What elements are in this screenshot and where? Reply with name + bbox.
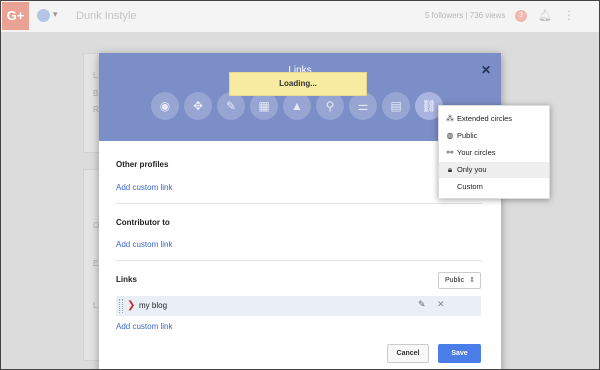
people-icon[interactable]: ✥ [184, 92, 212, 120]
education-icon[interactable]: ▲ [283, 92, 311, 120]
profile-stats: 5 followers | 736 views [425, 11, 506, 20]
blog-favicon-icon: ❯ [127, 300, 136, 311]
lock-icon: 🔒︎ [447, 165, 453, 174]
divider [116, 203, 482, 204]
add-custom-link-links[interactable]: Add custom link [116, 322, 172, 331]
link-item[interactable]: ❯ my blog ✎ ✕ [116, 296, 481, 316]
menu-item-public[interactable]: ◍ Public [439, 128, 549, 144]
bell-icon[interactable]: 🔔︎ [538, 9, 552, 22]
section-title-other-profiles: Other profiles [116, 160, 169, 169]
remove-icon[interactable]: ✕ [437, 299, 445, 310]
visibility-select-button[interactable]: Public ⇕ [438, 272, 481, 289]
globe-icon: ◍ [446, 131, 454, 140]
links-dialog: Links ✕ ◉ ✥ ✎ ▦ ▲ ⚲ ⚌ ▤ ⛓ Loading... Oth… [99, 53, 501, 369]
contact-icon[interactable]: ▤ [382, 92, 410, 120]
visibility-select-label: Public [445, 277, 465, 284]
notification-badge[interactable]: 3 [515, 10, 527, 22]
close-icon[interactable]: ✕ [481, 63, 491, 77]
page-title: Dunk Instyle [76, 10, 137, 22]
section-title-links: Links [116, 275, 137, 284]
gplus-logo[interactable]: G+ [2, 2, 29, 30]
story-icon[interactable]: ◉ [151, 92, 179, 120]
menu-item-your-circles[interactable]: ⚯ Your circles [439, 145, 549, 161]
menu-item-extended-circles[interactable]: ⁂ Extended circles [439, 111, 549, 127]
divider [116, 260, 482, 261]
chevron-down-icon[interactable]: ▾ [53, 9, 58, 20]
category-icon-row: ◉ ✥ ✎ ▦ ▲ ⚲ ⚌ ▤ ⛓ [151, 92, 443, 120]
visibility-menu: ⁂ Extended circles ◍ Public ⚯ Your circl… [438, 105, 550, 199]
link-item-label: my blog [139, 301, 168, 310]
profile-icon[interactable] [37, 9, 50, 22]
menu-item-custom[interactable]: Custom [439, 179, 549, 195]
work-icon[interactable]: ▦ [250, 92, 278, 120]
loading-toast: Loading... [229, 72, 367, 96]
modal-scrim: Links ✕ ◉ ✥ ✎ ▦ ▲ ⚲ ⚌ ▤ ⛓ Loading... Oth… [1, 33, 599, 369]
places-icon[interactable]: ⚲ [316, 92, 344, 120]
updown-icon: ⇕ [469, 277, 475, 284]
menu-item-only-you[interactable]: 🔒︎ Only you [439, 162, 549, 178]
top-app-bar: G+ ▾ Dunk Instyle 5 followers | 736 view… [1, 1, 599, 33]
save-button[interactable]: Save [438, 344, 481, 363]
edit-icon[interactable]: ✎ [418, 299, 426, 310]
circles-icon: ⚯ [446, 148, 454, 157]
more-icon[interactable]: ⋮ [563, 8, 575, 22]
cancel-button[interactable]: Cancel [387, 344, 429, 363]
add-custom-link-contributor[interactable]: Add custom link [116, 240, 172, 249]
basic-info-icon[interactable]: ⚌ [349, 92, 377, 120]
section-title-contributor-to: Contributor to [116, 218, 170, 227]
menu-item-label: Custom [457, 182, 483, 191]
drag-handle-icon[interactable] [119, 299, 123, 313]
pencil-icon[interactable]: ✎ [217, 92, 245, 120]
menu-item-label: Your circles [457, 148, 496, 157]
screenshot-frame: G+ ▾ Dunk Instyle 5 followers | 736 view… [0, 0, 600, 370]
extended-circles-icon: ⁂ [446, 114, 454, 123]
add-custom-link-other-profiles[interactable]: Add custom link [116, 183, 172, 192]
menu-item-label: Public [457, 131, 478, 140]
menu-item-label: Extended circles [457, 114, 513, 123]
menu-item-label: Only you [457, 165, 487, 174]
